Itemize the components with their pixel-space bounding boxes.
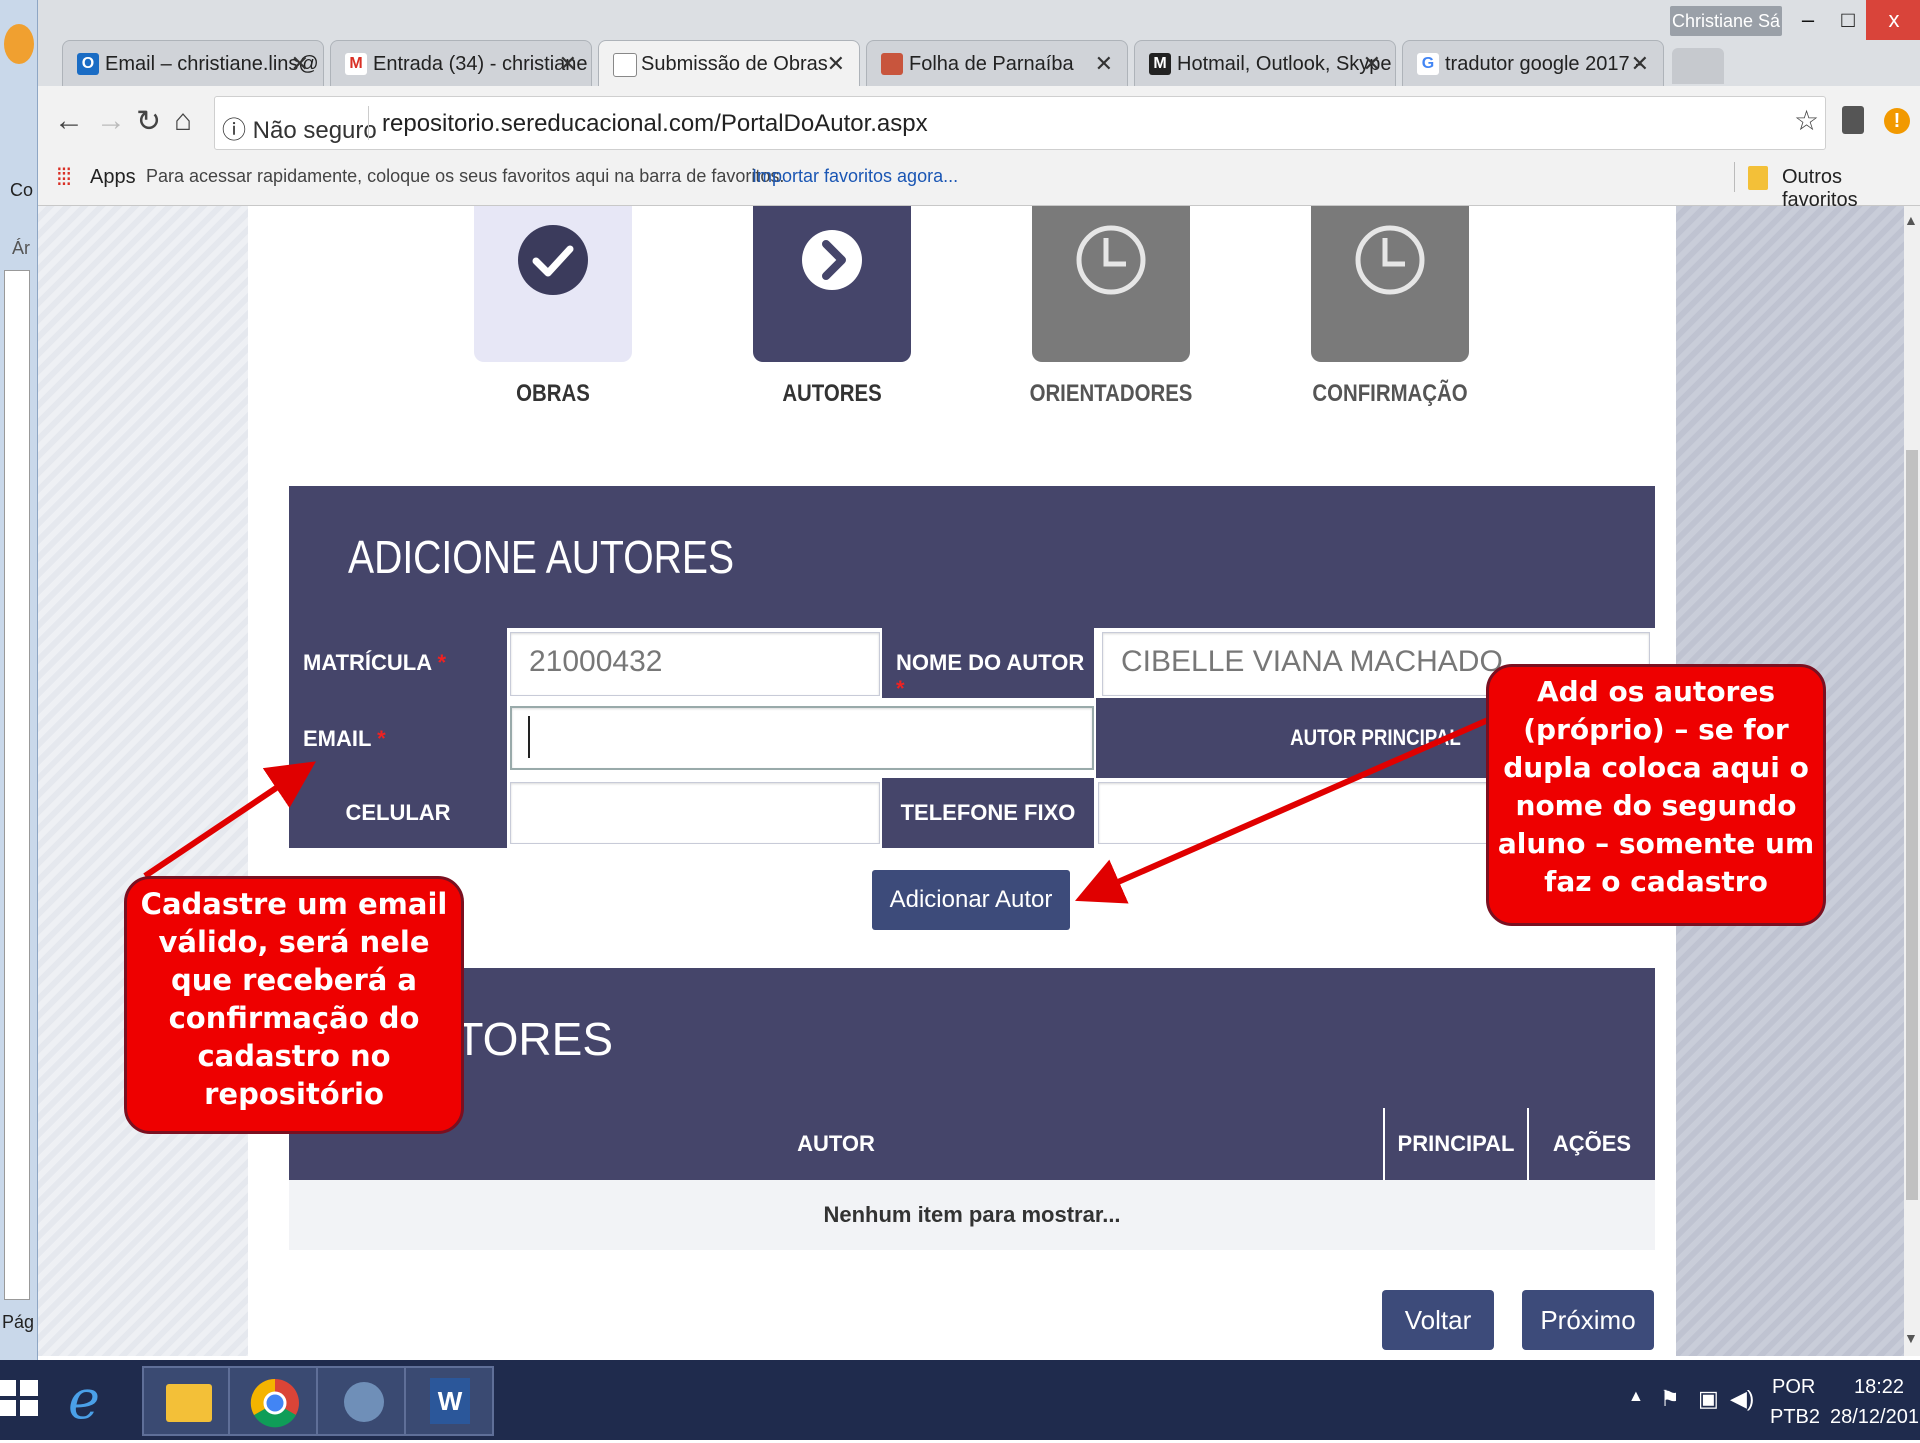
folder-icon	[166, 1384, 212, 1422]
chrome-icon	[250, 1378, 299, 1428]
callout-authors-tip: Add os autores (próprio) – se for dupla …	[1486, 664, 1826, 926]
callout-email-tip: Cadastre um email válido, será nele que …	[124, 876, 464, 1134]
file-explorer-taskbar[interactable]	[142, 1366, 232, 1436]
remote-desktop-icon	[344, 1382, 384, 1422]
start-windows-icon[interactable]	[0, 1378, 40, 1418]
internet-explorer-icon[interactable]: e	[68, 1368, 100, 1431]
tray-expand-icon[interactable]: ▲	[1628, 1388, 1644, 1406]
chrome-taskbar[interactable]	[228, 1366, 318, 1436]
input-language[interactable]: POR	[1772, 1376, 1815, 1399]
word-taskbar[interactable]: W	[404, 1366, 494, 1436]
clock-time[interactable]: 18:22	[1854, 1376, 1904, 1399]
network-icon[interactable]: ▣	[1698, 1386, 1719, 1412]
clock-date[interactable]: 28/12/2017	[1830, 1406, 1920, 1429]
action-center-icon[interactable]: ⚑	[1660, 1386, 1680, 1412]
volume-icon[interactable]: ◀)	[1730, 1386, 1754, 1412]
remote-app-taskbar[interactable]	[316, 1366, 406, 1436]
keyboard-layout[interactable]: PTB2	[1770, 1406, 1820, 1429]
word-icon: W	[430, 1378, 470, 1424]
